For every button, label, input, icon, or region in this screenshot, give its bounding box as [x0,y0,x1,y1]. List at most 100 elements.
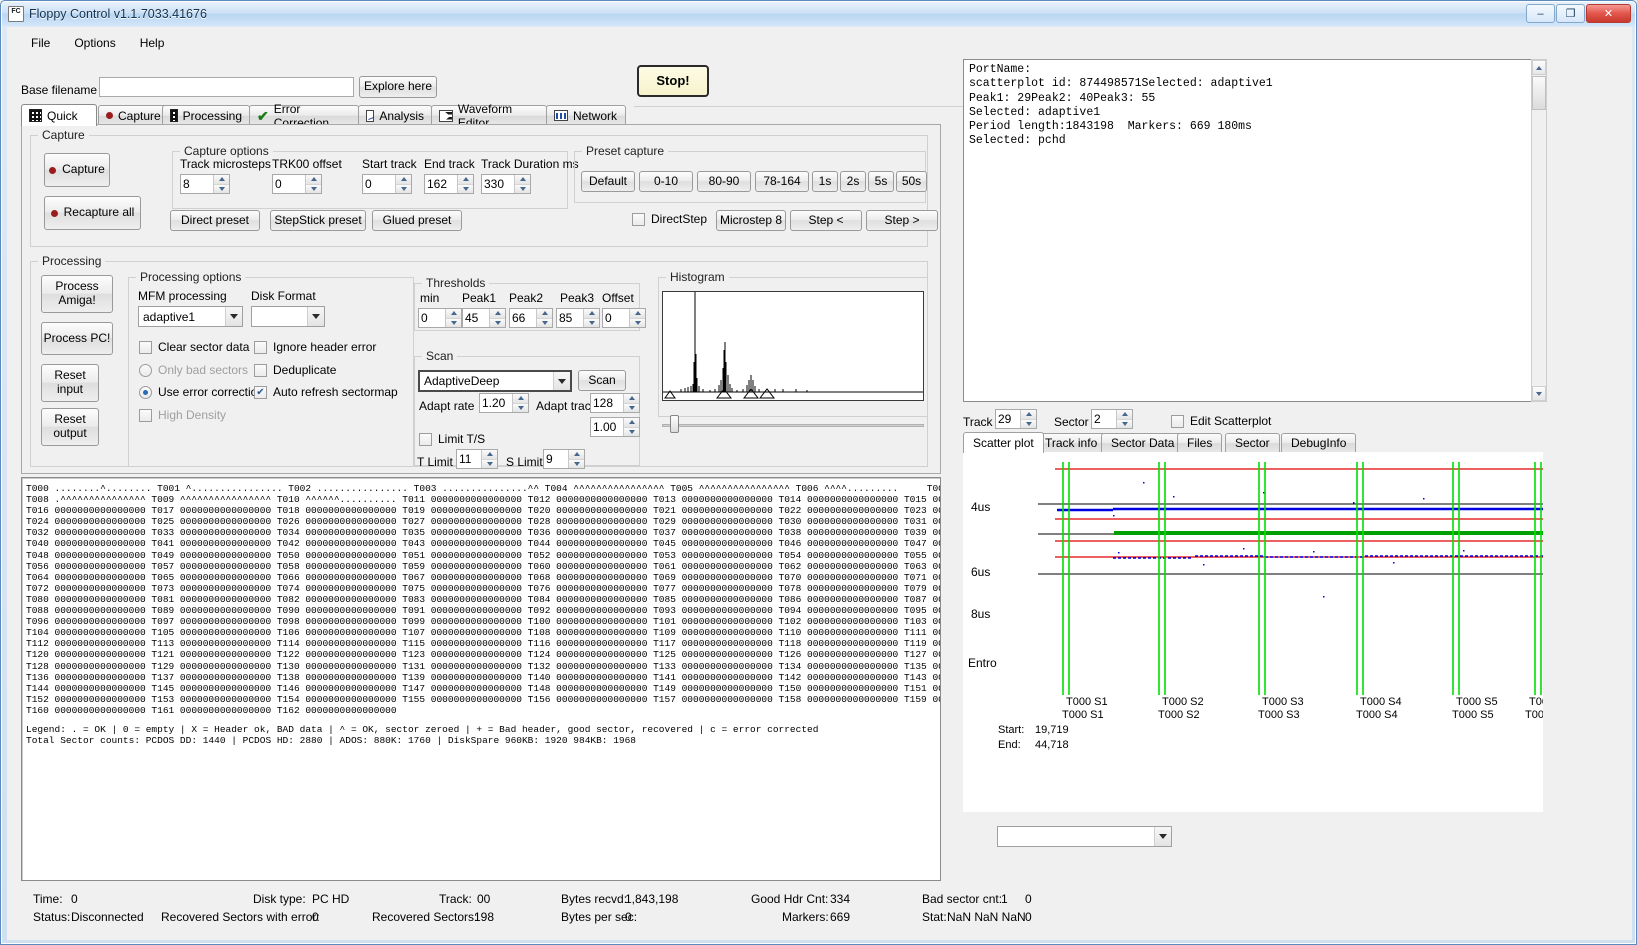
preset-50s-button[interactable]: 50s [896,171,927,192]
edit-scatterplot-checkbox[interactable]: Edit Scatterplot [1171,414,1271,428]
adapt-track-input[interactable] [591,394,623,412]
scrollbar-thumb[interactable] [1532,76,1546,110]
preset-78-164-button[interactable]: 78-164 [755,171,809,192]
threshold-peak2-input[interactable] [510,309,536,327]
adapt-extra-input[interactable] [591,418,623,436]
tab-waveform-editor[interactable]: Waveform Editor [431,102,547,130]
track-input[interactable] [996,410,1020,428]
only-bad-sectors-radio[interactable]: Only bad sectors [139,363,248,377]
maximize-button[interactable]: ❐ [1556,4,1585,23]
reset-input-button[interactable]: Reset input [41,364,99,402]
scatter-bottom-combo[interactable] [997,826,1172,847]
auto-refresh-sectormap-checkbox[interactable]: Auto refresh sectormap [254,385,398,399]
start-track-stepper[interactable] [362,174,412,194]
recapture-all-button[interactable]: Recapture all [44,196,141,230]
preset-80-90-button[interactable]: 80-90 [697,171,751,192]
preset-2s-button[interactable]: 2s [840,171,866,192]
chevron-down-icon[interactable] [307,307,324,326]
track-duration-stepper[interactable] [481,174,531,194]
base-filename-input[interactable] [99,77,354,97]
preset-5s-button[interactable]: 5s [868,171,894,192]
track-microsteps-stepper[interactable] [180,174,230,194]
sector-stepper[interactable] [1091,409,1133,429]
microstep-button[interactable]: Microstep 8 [716,210,786,231]
tab-quick[interactable]: Quick [21,104,97,126]
stepstick-preset-button[interactable]: StepStick preset [270,210,366,231]
threshold-offset-input[interactable] [603,309,629,327]
ignore-header-error-checkbox[interactable]: Ignore header error [254,340,376,354]
rtab-scatter-plot[interactable]: Scatter plot [963,432,1044,453]
histogram-plot[interactable] [662,291,924,401]
rtab-track-info[interactable]: Track info [1035,433,1108,452]
threshold-peak3-input[interactable] [557,309,583,327]
trk00-offset-input[interactable] [273,175,305,193]
clear-sector-data-checkbox[interactable]: Clear sector data [139,340,249,354]
threshold-peak2-stepper[interactable] [509,308,553,328]
chevron-down-icon[interactable] [1154,827,1171,846]
slider-thumb[interactable] [670,415,679,433]
threshold-offset-stepper[interactable] [602,308,646,328]
scan-button[interactable]: Scan [578,370,626,391]
rtab-sector-data[interactable]: Sector Data [1101,433,1185,452]
threshold-peak3-stepper[interactable] [556,308,600,328]
step-prev-button[interactable]: Step < [790,210,862,231]
sector-map-panel[interactable]: T000 ........^........ T001 ^...........… [21,477,941,881]
adapt-rate-input[interactable] [480,394,512,412]
deduplicate-checkbox[interactable]: Deduplicate [254,363,336,377]
rtab-debug-info[interactable]: DebugInfo [1281,433,1357,452]
log-output[interactable]: PortName: scatterplot id: 874498571Selec… [963,59,1546,402]
tab-processing[interactable]: Processing [162,105,250,125]
menu-help[interactable]: Help [128,33,177,53]
adapt-extra-stepper[interactable] [590,417,640,437]
direct-preset-button[interactable]: Direct preset [170,210,260,231]
track-duration-input[interactable] [482,175,514,193]
rtab-files[interactable]: Files [1177,433,1223,452]
adapt-rate-stepper[interactable] [479,393,529,413]
scroll-down-icon[interactable] [1532,386,1546,401]
scan-mode-combo[interactable]: AdaptiveDeep [418,370,572,392]
menu-options[interactable]: Options [62,33,127,53]
use-error-correction-radio[interactable]: Use error correction [139,385,264,399]
threshold-peak1-input[interactable] [463,309,489,327]
scroll-up-icon[interactable] [1532,60,1546,75]
limit-ts-checkbox[interactable]: Limit T/S [419,432,485,446]
threshold-min-stepper[interactable] [418,308,462,328]
track-microsteps-input[interactable] [181,175,213,193]
menu-file[interactable]: File [19,33,62,53]
step-next-button[interactable]: Step > [866,210,938,231]
chevron-down-icon[interactable] [553,372,570,390]
s-limit-input[interactable] [544,450,568,468]
threshold-peak1-stepper[interactable] [462,308,506,328]
minimize-button[interactable]: – [1526,4,1555,23]
t-limit-stepper[interactable] [456,449,498,469]
direct-step-checkbox[interactable]: DirectStep [632,212,707,226]
process-amiga-button[interactable]: Process Amiga! [41,275,113,313]
tab-network[interactable]: Network [546,105,626,125]
glued-preset-button[interactable]: Glued preset [372,210,462,231]
end-track-input[interactable] [425,175,457,193]
threshold-min-input[interactable] [419,309,445,327]
high-density-checkbox[interactable]: High Density [139,408,226,422]
preset-1s-button[interactable]: 1s [812,171,838,192]
explore-here-button[interactable]: Explore here [359,76,437,98]
scatter-plot-panel[interactable]: 4us 6us 8us Entro T000 S1 T000 S1 T000 S… [963,452,1543,812]
capture-button[interactable]: Capture [44,153,110,187]
sector-input[interactable] [1092,410,1116,428]
stop-button[interactable]: Stop! [637,65,709,97]
s-limit-stepper[interactable] [543,449,585,469]
t-limit-input[interactable] [457,450,481,468]
process-pc-button[interactable]: Process PC! [41,322,113,355]
log-scrollbar[interactable] [1531,59,1547,402]
close-button[interactable]: ✕ [1586,4,1631,23]
disk-format-combo[interactable] [251,306,325,327]
mfm-processing-combo[interactable]: adaptive1 [138,306,243,327]
end-track-stepper[interactable] [424,174,474,194]
rtab-sector[interactable]: Sector [1225,433,1280,452]
start-track-input[interactable] [363,175,395,193]
reset-output-button[interactable]: Reset output [41,408,99,446]
trk00-offset-stepper[interactable] [272,174,322,194]
histogram-scroll-slider[interactable] [662,415,924,433]
tab-error-correction[interactable]: ✔ Error Correction [249,102,359,130]
track-stepper[interactable] [995,409,1037,429]
tab-analysis[interactable]: Analysis [358,105,432,125]
